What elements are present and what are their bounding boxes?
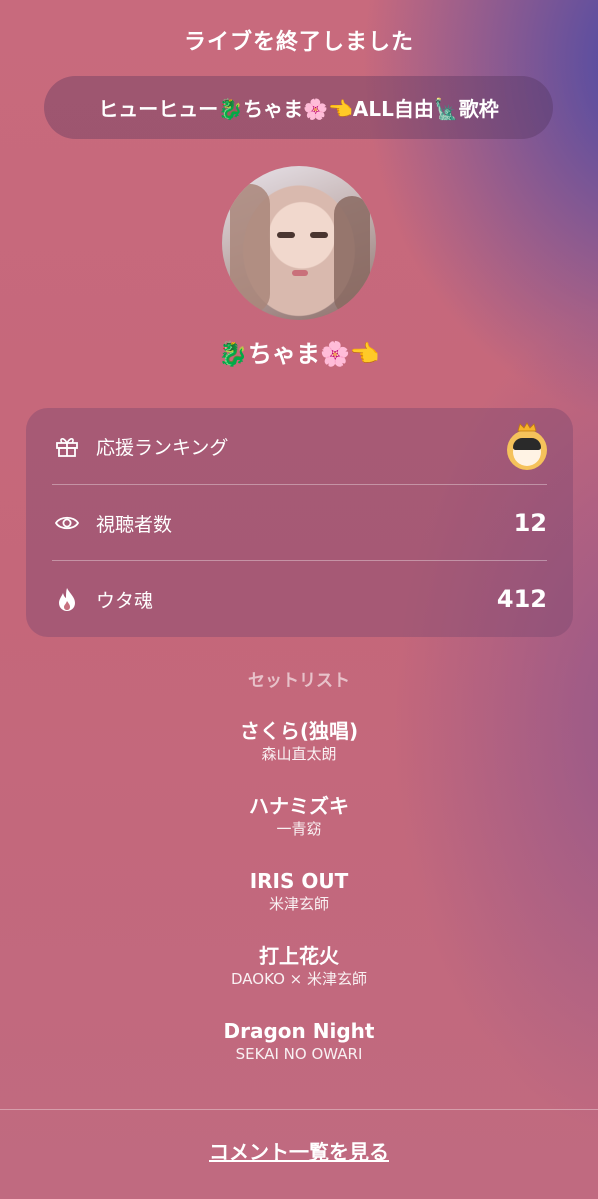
song-title: Dragon Night (223, 1019, 375, 1043)
top-supporter-avatar[interactable] (507, 422, 547, 470)
footer-divider (0, 1109, 598, 1110)
setlist-item: Dragon Night SEKAI NO OWARI (0, 1018, 598, 1064)
setlist-heading: セットリスト (248, 671, 350, 691)
song-title: 打上花火 (259, 944, 339, 968)
page-title: ライブを終了しました (183, 30, 414, 55)
streamer-avatar[interactable] (222, 166, 376, 320)
streamer-name: 🐉ちゃま🌸👈 (218, 340, 380, 368)
avatar-eye-left (277, 232, 295, 238)
stats-card: 応援ランキング 視聴者数 12 ウタ魂 412 (26, 408, 573, 637)
avatar-mouth (292, 270, 308, 276)
live-title: ヒューヒュー🐉ちゃま🌸👈ALL自由🗽歌枠 (98, 97, 499, 121)
live-title-pill: ヒューヒュー🐉ちゃま🌸👈ALL自由🗽歌枠 (44, 76, 553, 139)
setlist-item: 打上花火 DAOKO × 米津玄師 (0, 943, 598, 989)
soul-label: ウタ魂 (96, 589, 154, 612)
avatar-hair-right (334, 196, 370, 316)
eye-icon (54, 516, 80, 530)
song-artist: SEKAI NO OWARI (235, 1045, 363, 1063)
viewers-label: 視聴者数 (96, 513, 173, 536)
gift-icon (56, 438, 78, 457)
ranking-row[interactable]: 応援ランキング (26, 408, 573, 484)
ranking-label: 応援ランキング (96, 436, 229, 459)
song-title: ハナミズキ (249, 794, 349, 818)
song-artist: 米津玄師 (268, 895, 329, 913)
view-comments-link[interactable]: コメント一覧を見る (0, 1136, 598, 1165)
setlist-item: さくら(独唱) 森山直太朗 (0, 718, 598, 764)
song-title: さくら(独唱) (239, 719, 359, 743)
supporter-hair (513, 438, 541, 450)
viewers-row: 視聴者数 12 (26, 485, 573, 561)
crown-icon (517, 422, 537, 432)
song-artist: 森山直太朗 (261, 745, 337, 763)
setlist-item: IRIS OUT 米津玄師 (0, 868, 598, 914)
song-artist: 一青窈 (276, 820, 322, 838)
soul-value: 412 (496, 585, 547, 613)
avatar-hair-left (230, 184, 270, 314)
song-artist: DAOKO × 米津玄師 (230, 970, 368, 988)
avatar-eye-right (310, 232, 328, 238)
setlist-item: ハナミズキ 一青窈 (0, 793, 598, 839)
flame-icon (59, 588, 75, 611)
song-title: IRIS OUT (249, 869, 349, 893)
viewers-value: 12 (513, 509, 547, 537)
soul-row: ウタ魂 412 (26, 561, 573, 637)
